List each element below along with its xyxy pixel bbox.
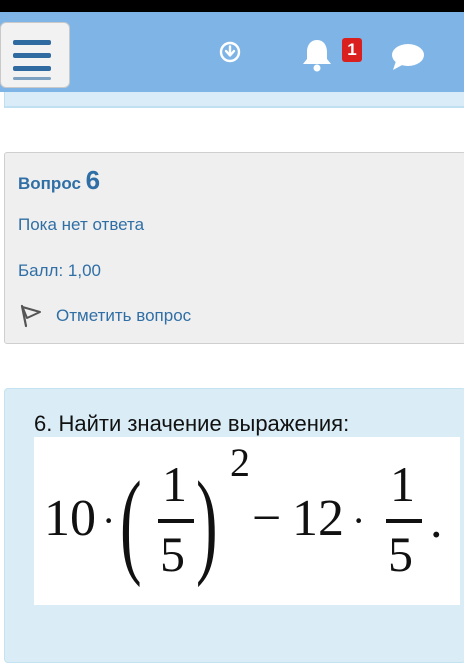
formula-fraction-bar [158, 519, 194, 523]
formula-left-paren: ( [120, 457, 142, 588]
formula-fraction-denominator: 5 [160, 526, 185, 582]
status-bar [0, 0, 464, 12]
question-content-panel: 6. Найти значение выражения: 10 · ( 1 5 … [4, 388, 464, 663]
formula-right-paren: ) [196, 457, 218, 588]
formula-fraction-numerator: 1 [162, 456, 187, 512]
flag-icon [20, 304, 41, 328]
flag-question-label: Отметить вопрос [56, 306, 192, 325]
formula-coefficient-1: 10 [44, 490, 96, 547]
flag-question-link[interactable]: Отметить вопрос [18, 303, 191, 329]
chat-icon[interactable] [390, 42, 426, 72]
formula-exponent: 2 [230, 440, 250, 485]
hamburger-icon-bar [13, 77, 51, 80]
formula-fraction-2-numerator: 1 [390, 456, 415, 512]
formula-image: 10 · ( 1 5 ) 2 − 12 · 1 5 . [34, 437, 460, 605]
question-number-value: 6 [85, 165, 101, 195]
question-state: Пока нет ответа [18, 215, 145, 234]
hamburger-icon-bar [13, 53, 51, 58]
formula-dot-1: · [102, 498, 116, 543]
hamburger-icon-bar [13, 66, 51, 71]
formula-coefficient-2: 12 [292, 490, 344, 547]
menu-button[interactable] [0, 22, 70, 88]
question-grade: Балл: 1,00 [18, 261, 101, 280]
formula-minus: − [252, 490, 282, 547]
notification-badge: 1 [342, 38, 362, 62]
question-info-panel: Вопрос 6 Пока нет ответа Балл: 1,00 Отме… [4, 152, 464, 344]
bell-icon[interactable] [300, 37, 334, 73]
download-icon[interactable] [219, 41, 241, 63]
top-navbar: 1 [0, 12, 464, 92]
formula-fraction-2-bar [386, 519, 422, 523]
formula-period: . [430, 492, 443, 548]
question-number: Вопрос 6 [18, 165, 100, 196]
formula-fraction-2-denominator: 5 [388, 526, 413, 582]
navbar-dropdown-edge [4, 92, 464, 108]
question-label: Вопрос [18, 174, 81, 193]
question-text: 6. Найти значение выражения: [34, 411, 350, 436]
formula-dot-2: · [352, 498, 366, 543]
hamburger-icon-bar [13, 40, 51, 45]
